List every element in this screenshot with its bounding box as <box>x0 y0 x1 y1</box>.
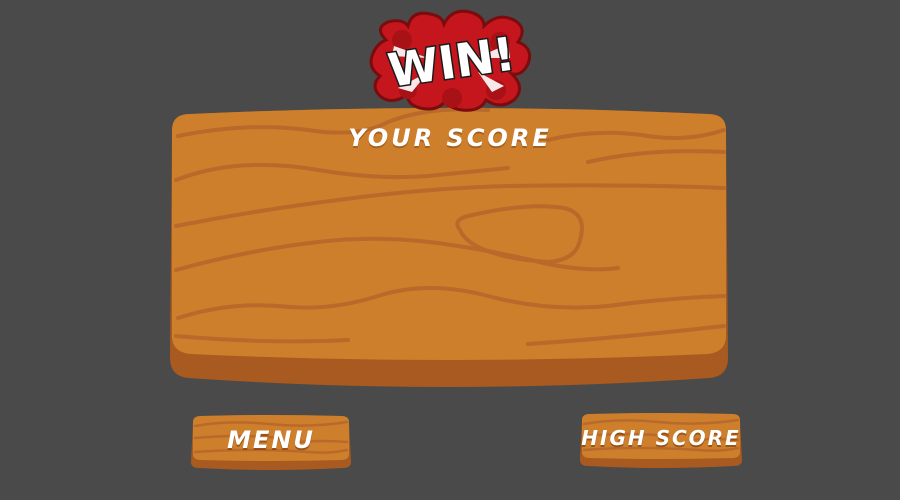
win-badge: WIN! <box>368 6 534 114</box>
your-score-label: YOUR SCORE <box>348 124 552 152</box>
comic-burst-icon: WIN! <box>369 9 532 112</box>
menu-button-label: MENU <box>227 426 315 454</box>
menu-button[interactable]: MENU <box>189 414 353 470</box>
high-score-button-label: HIGH SCORE <box>581 426 741 450</box>
high-score-button[interactable]: HIGH SCORE <box>578 412 744 468</box>
